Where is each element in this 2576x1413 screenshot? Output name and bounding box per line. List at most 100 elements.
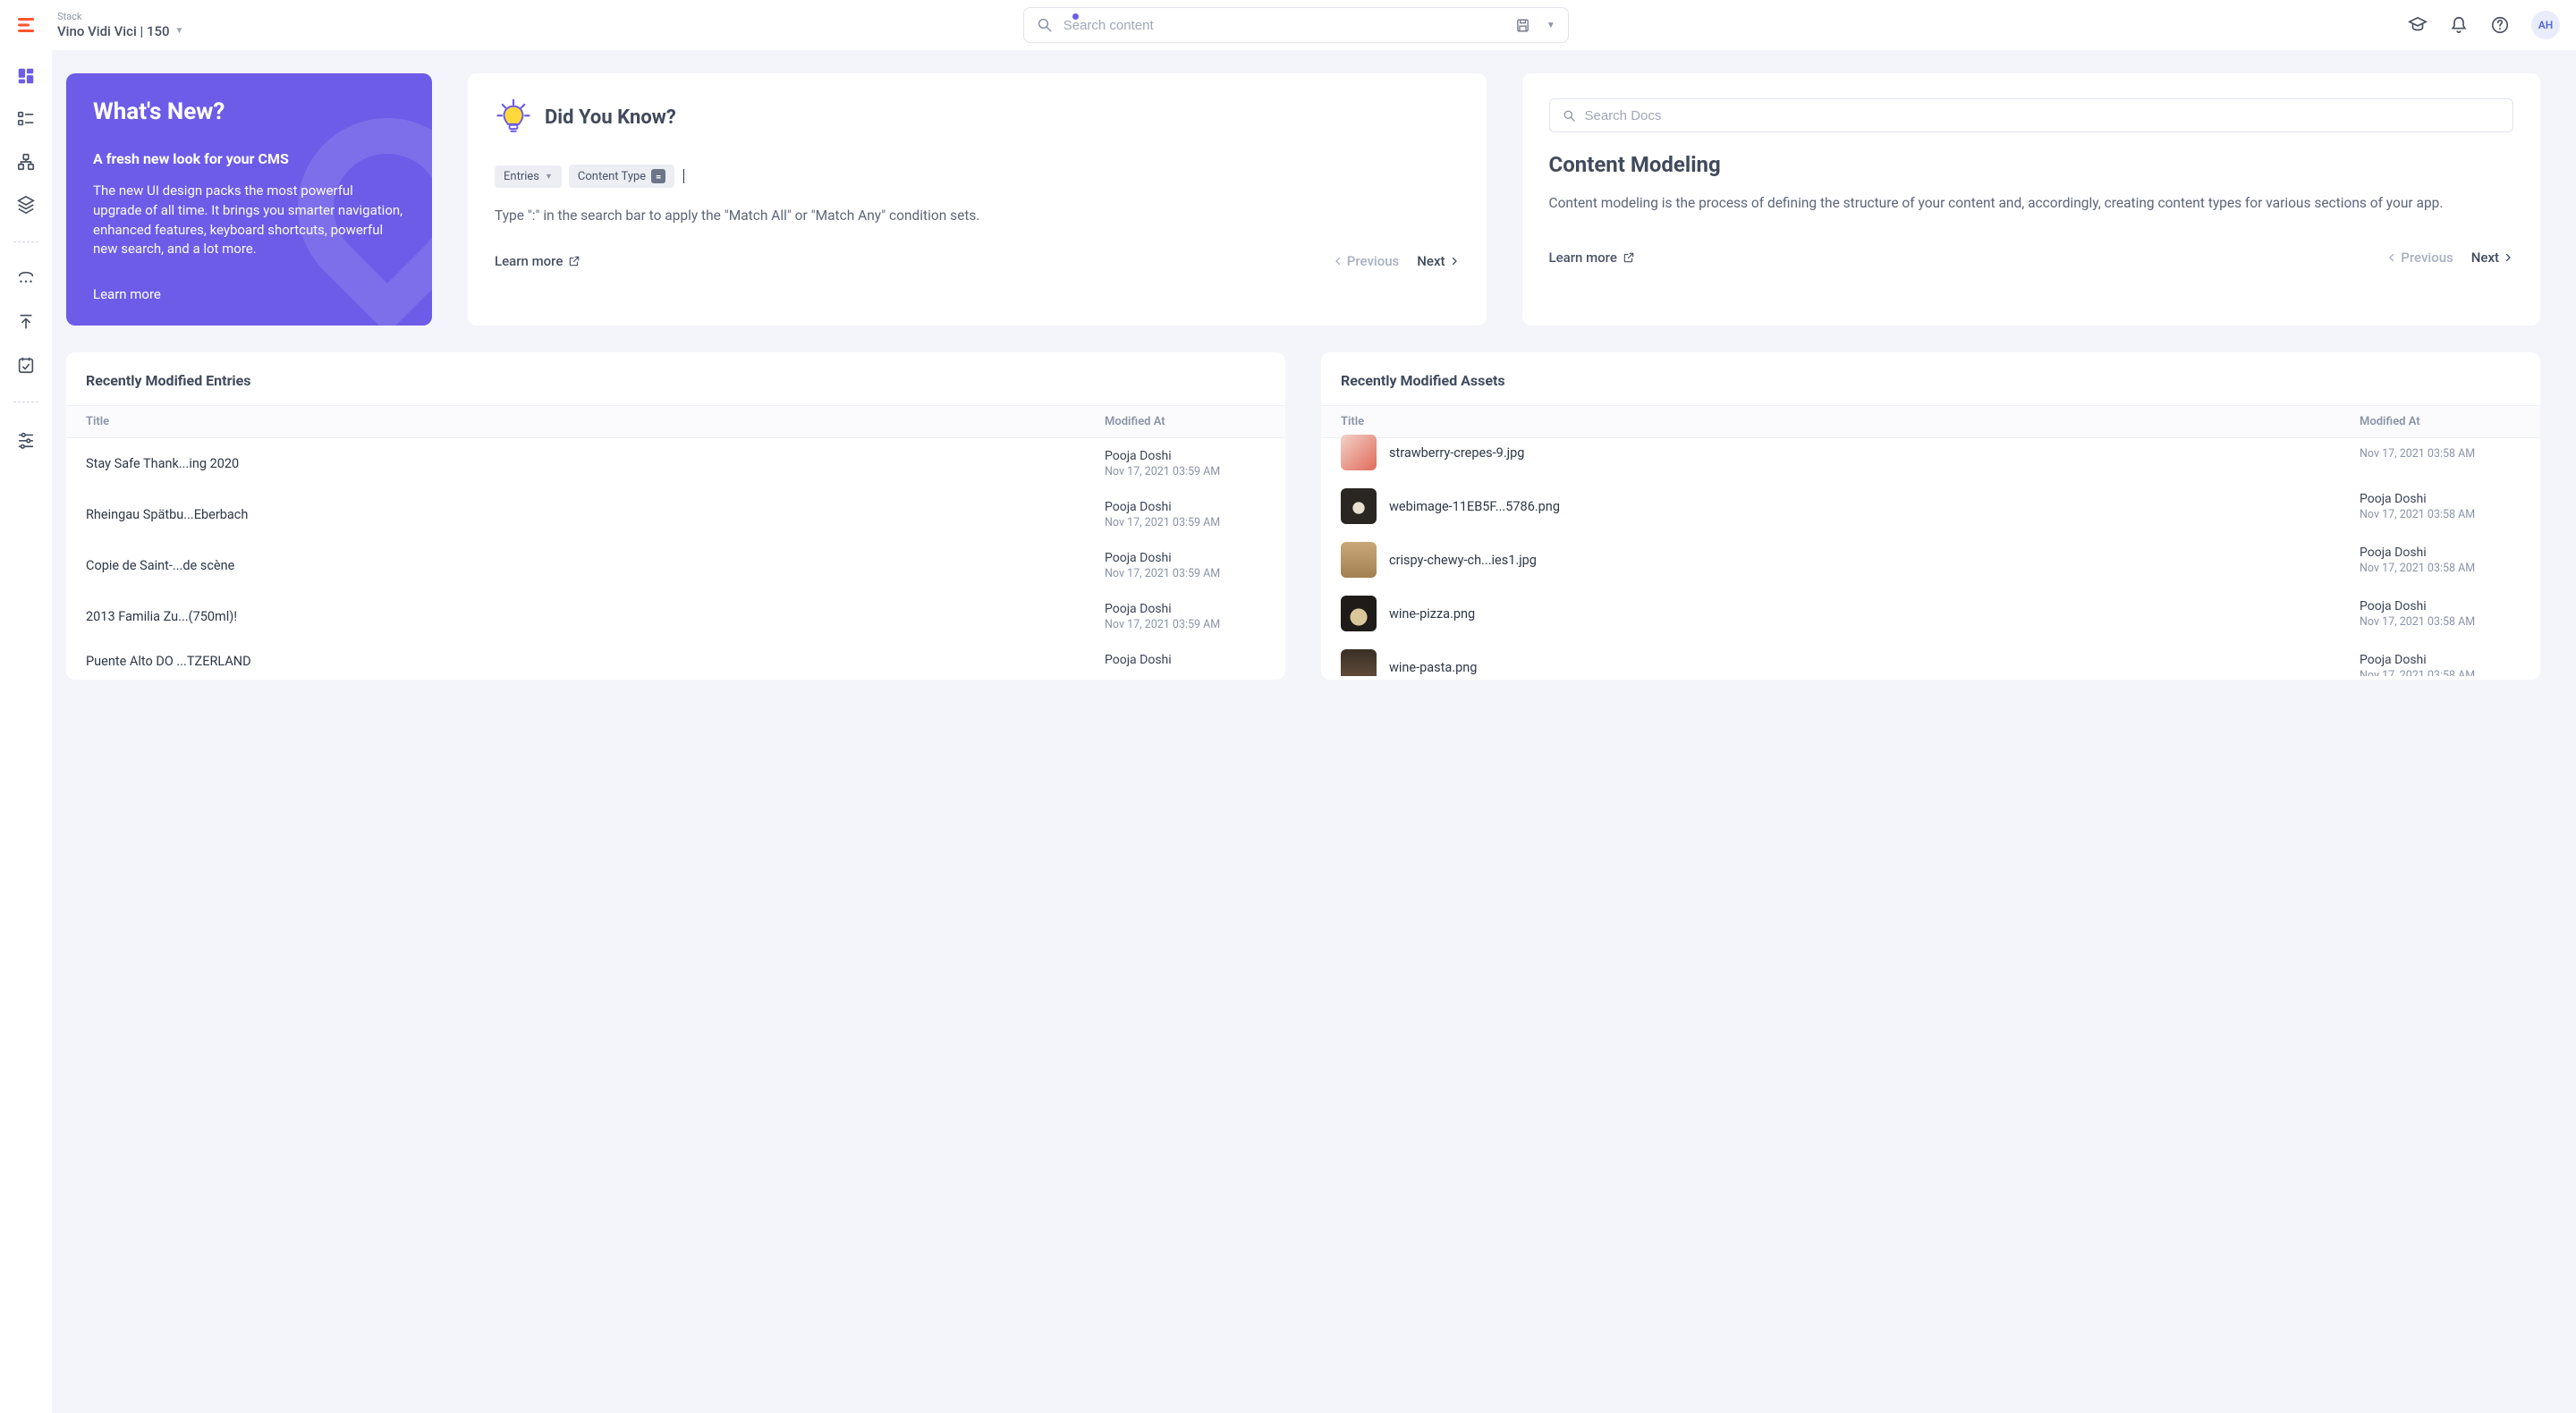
stack-label: Stack xyxy=(57,11,183,22)
modified-by: Pooja Doshi xyxy=(2360,653,2521,667)
modified-by: Pooja Doshi xyxy=(2360,546,2521,560)
settings-icon[interactable] xyxy=(16,429,36,449)
search-icon xyxy=(1563,109,1576,123)
external-link-icon xyxy=(1623,251,1635,264)
did-you-know-body: Type ":" in the search bar to apply the … xyxy=(495,206,1460,226)
asset-thumbnail xyxy=(1341,649,1377,676)
modified-at: Nov 17, 2021 03:59 AM xyxy=(1105,618,1266,631)
chevron-left-icon xyxy=(2386,252,2397,263)
modified-at: Nov 17, 2021 03:58 AM xyxy=(2360,447,2521,461)
docs-search[interactable] xyxy=(1549,98,2514,132)
stack-name: Vino Vidi Vici | 150 xyxy=(57,23,170,39)
tasks-icon[interactable] xyxy=(16,355,36,375)
dashboard-icon[interactable] xyxy=(16,66,36,86)
content-model-icon[interactable] xyxy=(16,152,36,172)
table-row[interactable]: webimage-11EB5F...5786.png Pooja Doshi N… xyxy=(1321,479,2540,533)
col-title: Title xyxy=(86,415,1105,428)
modified-by: Pooja Doshi xyxy=(1105,449,1266,463)
modified-at: Nov 17, 2021 03:59 AM xyxy=(1105,465,1266,478)
save-icon[interactable] xyxy=(1515,18,1530,33)
modeling-title: Content Modeling xyxy=(1549,152,2514,177)
asset-title: wine-pasta.png xyxy=(1389,660,2360,675)
asset-thumbnail xyxy=(1341,596,1377,631)
col-modified: Modified At xyxy=(2360,415,2521,428)
separator xyxy=(13,241,38,242)
asset-thumbnail xyxy=(1341,488,1377,524)
docs-search-input[interactable] xyxy=(1585,108,2501,123)
text-cursor-icon xyxy=(683,169,684,183)
modified-at: Nov 17, 2021 03:58 AM xyxy=(2360,508,2521,521)
did-you-know-card: Did You Know? Entries ▼ Content Type = T… xyxy=(468,73,1487,326)
chevron-down-icon[interactable]: ▼ xyxy=(1546,21,1555,30)
filter-pills: Entries ▼ Content Type = xyxy=(495,165,1460,188)
global-search[interactable]: ▼ xyxy=(1023,7,1569,43)
table-title: Recently Modified Entries xyxy=(66,352,1285,405)
content-modeling-card: Content Modeling Content modeling is the… xyxy=(1522,73,2541,326)
col-title: Title xyxy=(1341,415,2360,428)
previous-button[interactable]: Previous xyxy=(1333,253,1400,269)
entry-title: Copie de Saint-...de scène xyxy=(86,558,1105,573)
asset-title: crispy-chewy-ch...ies1.jpg xyxy=(1389,553,2360,568)
next-button[interactable]: Next xyxy=(1417,253,1459,269)
modified-by: Pooja Doshi xyxy=(1105,653,1266,667)
table-row[interactable]: wine-pizza.png Pooja Doshi Nov 17, 2021 … xyxy=(1321,587,2540,640)
search-input[interactable] xyxy=(1063,18,1515,33)
modified-at: Nov 17, 2021 03:59 AM xyxy=(1105,567,1266,580)
modeling-body: Content modeling is the process of defin… xyxy=(1549,193,2514,214)
chevron-down-icon: ▼ xyxy=(175,26,184,36)
recent-entries-card: Recently Modified Entries Title Modified… xyxy=(66,352,1285,680)
pill-entries[interactable]: Entries ▼ xyxy=(495,165,562,188)
lightbulb-icon xyxy=(495,98,532,136)
entry-title: 2013 Familia Zu...(750ml)! xyxy=(86,609,1105,624)
table-title: Recently Modified Assets xyxy=(1321,352,2540,405)
entries-icon[interactable] xyxy=(16,109,36,129)
asset-title: wine-pizza.png xyxy=(1389,606,2360,622)
table-row[interactable]: wine-pasta.png Pooja Doshi Nov 17, 2021 … xyxy=(1321,640,2540,676)
table-row[interactable]: strawberry-crepes-9.jpg Nov 17, 2021 03:… xyxy=(1321,426,2540,479)
modified-by: Pooja Doshi xyxy=(1105,500,1266,514)
table-row[interactable]: Rheingau Spätbu...Eberbach Pooja Doshi N… xyxy=(66,489,1285,540)
publish-queue-icon[interactable] xyxy=(16,269,36,289)
whats-new-title: What's New? xyxy=(93,98,405,125)
external-link-icon xyxy=(568,255,580,267)
table-row[interactable]: crispy-chewy-ch...ies1.jpg Pooja Doshi N… xyxy=(1321,533,2540,587)
whats-new-card: What's New? A fresh new look for your CM… xyxy=(66,73,432,326)
entry-title: Stay Safe Thank...ing 2020 xyxy=(86,456,1105,471)
table-row[interactable]: Copie de Saint-...de scène Pooja Doshi N… xyxy=(66,540,1285,591)
table-row[interactable]: Stay Safe Thank...ing 2020 Pooja Doshi N… xyxy=(66,438,1285,489)
recent-assets-card: Recently Modified Assets Title Modified … xyxy=(1321,352,2540,680)
modified-at: Nov 17, 2021 03:58 AM xyxy=(2360,669,2521,677)
entry-title: Puente Alto DO ...TZERLAND xyxy=(86,654,1105,669)
modified-by: Pooja Doshi xyxy=(2360,492,2521,506)
equals-badge-icon: = xyxy=(651,169,665,183)
asset-thumbnail xyxy=(1341,435,1377,470)
notification-dot-icon xyxy=(1072,13,1079,20)
learn-more-link[interactable]: Learn more xyxy=(495,253,580,269)
bell-icon[interactable] xyxy=(2449,15,2469,35)
avatar[interactable]: AH xyxy=(2531,11,2560,39)
col-modified: Modified At xyxy=(1105,415,1266,428)
modified-by: Pooja Doshi xyxy=(1105,551,1266,565)
sidenav xyxy=(0,50,52,1413)
chevron-right-icon xyxy=(2503,252,2513,263)
table-row[interactable]: 2013 Familia Zu...(750ml)! Pooja Doshi N… xyxy=(66,591,1285,642)
modified-at: Nov 17, 2021 03:58 AM xyxy=(2360,615,2521,629)
table-row[interactable]: Puente Alto DO ...TZERLAND Pooja Doshi xyxy=(66,642,1285,680)
whats-new-body: The new UI design packs the most powerfu… xyxy=(93,182,405,259)
topbar: Stack Vino Vidi Vici | 150 ▼ ▼ AH xyxy=(0,0,2576,50)
help-icon[interactable] xyxy=(2490,15,2510,35)
chevron-right-icon xyxy=(1449,256,1460,267)
stack-selector[interactable]: Stack Vino Vidi Vici | 150 ▼ xyxy=(57,11,183,38)
next-button[interactable]: Next xyxy=(2471,250,2513,266)
did-you-know-title: Did You Know? xyxy=(545,106,676,129)
modified-by: Pooja Doshi xyxy=(2360,599,2521,613)
releases-icon[interactable] xyxy=(16,312,36,332)
chevron-down-icon: ▼ xyxy=(545,172,553,182)
modified-at: Nov 17, 2021 03:58 AM xyxy=(2360,562,2521,575)
learn-more-link[interactable]: Learn more xyxy=(1549,250,1635,266)
graduation-cap-icon[interactable] xyxy=(2408,15,2428,35)
pill-content-type[interactable]: Content Type = xyxy=(569,165,674,188)
brand-logo[interactable] xyxy=(16,14,38,36)
assets-icon[interactable] xyxy=(16,195,36,215)
previous-button[interactable]: Previous xyxy=(2386,250,2453,266)
